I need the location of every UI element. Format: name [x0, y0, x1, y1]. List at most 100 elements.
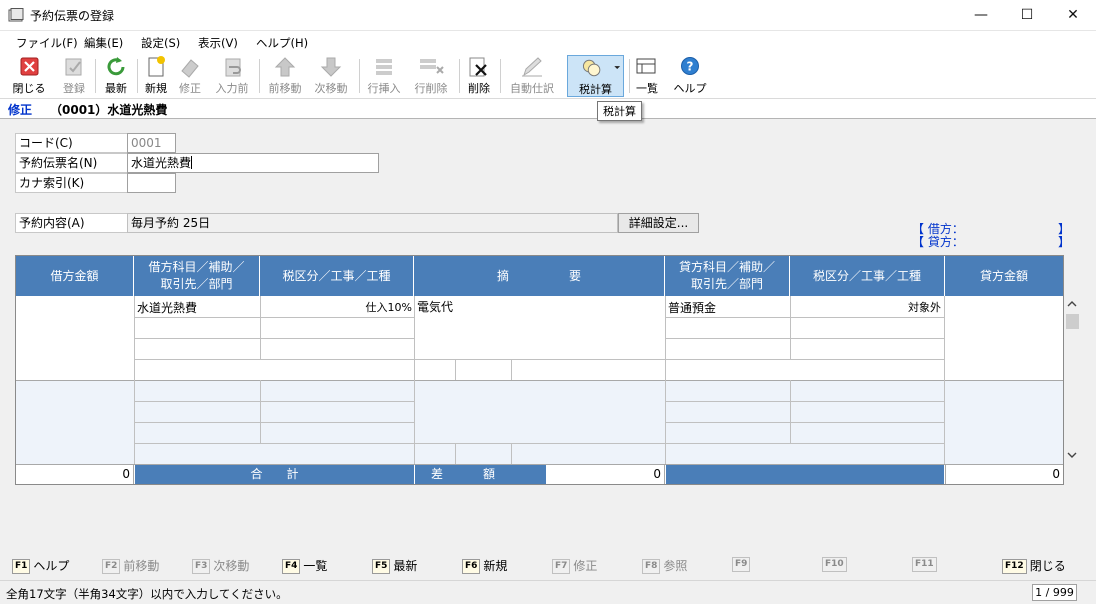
kana-label: カナ索引(K): [15, 173, 128, 193]
menu-help[interactable]: ヘルプ(H): [256, 35, 308, 51]
credit-balance-bracket: 】: [1058, 235, 1071, 249]
fkey-f9[interactable]: F9: [732, 557, 753, 572]
maximize-button[interactable]: ☐: [1004, 0, 1050, 31]
next-move-tool-button[interactable]: 次移動: [310, 55, 352, 97]
total-label: 合 計: [135, 465, 414, 484]
svg-text:?: ?: [687, 60, 694, 74]
menu-settings[interactable]: 設定(S): [141, 35, 180, 51]
app-icon: [8, 8, 24, 22]
menu-view[interactable]: 表示(V): [198, 35, 238, 51]
title-bar: 予約伝票の登録 — ☐ ✕: [0, 0, 1096, 31]
scroll-down-icon[interactable]: [1067, 451, 1077, 459]
journal-grid: 借方金額 借方科目／補助／ 取引先／部門 税区分／工事／工種 摘 要 貸方科目／補…: [15, 255, 1064, 485]
grid-scrollbar[interactable]: [1064, 296, 1081, 464]
voucher-name-label: 予約伝票名(N): [15, 153, 128, 173]
auto-journal-tool-button[interactable]: 自動仕訳: [506, 55, 558, 97]
difference-label: 差 額: [415, 465, 546, 484]
credit-account-cell[interactable]: 普通預金: [668, 299, 716, 316]
content-field[interactable]: 毎月予約 25日: [127, 213, 618, 233]
list-icon: [636, 58, 656, 74]
toolbar-separator: [359, 59, 360, 93]
prev-move-tool-button[interactable]: 前移動: [264, 55, 306, 97]
debit-account-cell[interactable]: 水道光熱費: [137, 299, 197, 316]
grid-line: [665, 422, 944, 423]
mode-title: （0001）水道光熱費: [50, 103, 168, 117]
close-tool-button[interactable]: 閉じる: [11, 55, 47, 97]
grid-vline: [455, 443, 456, 464]
grid-vline: [455, 359, 456, 380]
close-icon: [20, 57, 39, 76]
grid-header: 借方金額 借方科目／補助／ 取引先／部門 税区分／工事／工種 摘 要 貸方科目／補…: [16, 256, 1063, 296]
grid-vline: [511, 443, 512, 464]
fkey-f10[interactable]: F10: [822, 557, 850, 572]
debit-tax-cell[interactable]: 仕入10%: [263, 299, 412, 315]
register-tool-button[interactable]: 登録: [56, 55, 92, 97]
fkey-f1[interactable]: F1 ヘルプ: [12, 557, 69, 574]
undo-icon: [225, 58, 241, 77]
code-field[interactable]: 0001: [127, 133, 176, 153]
mode-label: 修正: [8, 103, 33, 117]
tooltip: 税計算: [597, 101, 642, 121]
grid-line: [134, 338, 414, 339]
grid-vline: [944, 296, 945, 464]
fkey-f8[interactable]: F8 参照: [642, 557, 687, 574]
fkey-f7[interactable]: F7 修正: [552, 557, 597, 574]
help-tool-button[interactable]: ? ヘルプ: [672, 55, 708, 97]
voucher-name-field[interactable]: 水道光熱費: [127, 153, 379, 173]
grid-vline: [511, 359, 512, 380]
grid-vline: [414, 296, 415, 464]
header-description: 摘 要: [414, 256, 665, 296]
header-credit-tax: 税区分／工事／工種: [790, 256, 945, 296]
credit-tax-cell[interactable]: 対象外: [793, 299, 941, 315]
delete-tool-button[interactable]: 削除: [463, 55, 495, 97]
menu-bar: ファイル(F) 編集(E) 設定(S) 表示(V) ヘルプ(H): [0, 31, 1096, 53]
minimize-button[interactable]: —: [958, 0, 1004, 31]
fkey-f11[interactable]: F11: [912, 557, 940, 572]
scroll-up-icon[interactable]: [1067, 300, 1077, 308]
description-cell[interactable]: 電気代: [417, 298, 453, 315]
fkey-f12[interactable]: F12 閉じる: [1002, 557, 1066, 574]
list-tool-button[interactable]: 一覧: [632, 55, 662, 97]
toolbar: 閉じる 登録 最新 新規 修正 入力前 前移動 次移動 行挿入 行削除 削除 自…: [0, 53, 1096, 99]
grid-line: [134, 359, 944, 360]
register-icon: [65, 58, 82, 76]
fkey-f2[interactable]: F2 前移動: [102, 557, 159, 574]
modify-tool-button[interactable]: 修正: [174, 55, 206, 97]
toolbar-separator: [459, 59, 460, 93]
new-tool-button[interactable]: 新規: [140, 55, 172, 97]
input-prev-tool-button[interactable]: 入力前: [212, 55, 252, 97]
fkey-f3[interactable]: F3 次移動: [192, 557, 249, 574]
kana-field[interactable]: [127, 173, 176, 193]
grid-line: [134, 401, 414, 402]
status-message: 全角17文字（半角34文字）以内で入力してください。: [6, 587, 288, 601]
tax-calc-tool-button[interactable]: 税計算: [567, 55, 624, 97]
mode-bar: 修正 （0001）水道光熱費: [0, 99, 1096, 118]
content-label: 予約内容(A): [15, 213, 128, 233]
fkey-f6[interactable]: F6 新規: [462, 557, 507, 574]
fkey-f5[interactable]: F5 最新: [372, 557, 417, 574]
close-window-button[interactable]: ✕: [1050, 0, 1096, 31]
row-delete-tool-button[interactable]: 行削除: [410, 55, 452, 97]
grid-line: [134, 422, 414, 423]
divider: [0, 118, 1096, 119]
function-key-bar: F1 ヘルプ F2 前移動 F3 次移動 F4 一覧 F5 最新 F6 新規 F7 修正 F8…: [0, 553, 1096, 578]
new-document-icon: [148, 56, 165, 77]
header-credit-account: 貸方科目／補助／ 取引先／部門: [665, 256, 790, 296]
row-insert-tool-button[interactable]: 行挿入: [364, 55, 404, 97]
toolbar-separator: [95, 59, 96, 93]
coins-icon: [582, 59, 621, 77]
header-debit-amount: 借方金額: [16, 256, 134, 296]
code-label: コード(C): [15, 133, 128, 153]
credit-balance-label: 【 貸方：: [912, 235, 964, 249]
menu-edit[interactable]: 編集(E): [84, 35, 123, 51]
menu-file[interactable]: ファイル(F): [16, 35, 78, 51]
fkey-f4[interactable]: F4 一覧: [282, 557, 327, 574]
grid-vline: [665, 296, 666, 464]
difference-value: 0: [546, 465, 665, 484]
scroll-thumb[interactable]: [1066, 314, 1079, 329]
latest-tool-button[interactable]: 最新: [98, 55, 134, 97]
grid-vline: [260, 296, 261, 359]
voucher-name-value: 水道光熱費: [131, 156, 192, 170]
grid-vline: [134, 296, 135, 464]
detail-settings-button[interactable]: 詳細設定...: [618, 213, 699, 233]
